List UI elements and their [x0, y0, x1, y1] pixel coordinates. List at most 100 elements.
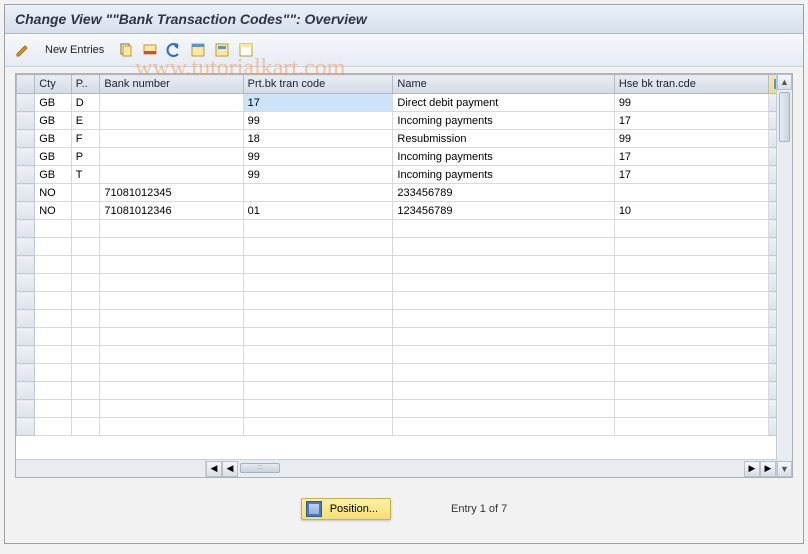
cell-name[interactable]: Incoming payments: [393, 148, 614, 166]
cell-hse[interactable]: 99: [614, 94, 768, 112]
row-selector-header[interactable]: [17, 75, 35, 94]
cell-hse[interactable]: [614, 364, 768, 382]
scroll-up-icon[interactable]: ▲: [777, 74, 792, 90]
cell-name[interactable]: [393, 292, 614, 310]
cell-name[interactable]: 123456789: [393, 202, 614, 220]
horizontal-scrollbar[interactable]: ◀ ◀ ::: ▶ ▶: [16, 459, 776, 477]
cell-name[interactable]: [393, 274, 614, 292]
cell-cty[interactable]: [35, 382, 71, 400]
scroll-down-icon[interactable]: ▼: [777, 461, 792, 477]
undo-icon[interactable]: [164, 40, 184, 60]
cell-hse[interactable]: [614, 382, 768, 400]
scroll-left-fast-icon[interactable]: ◀: [222, 461, 238, 477]
cell-hse[interactable]: [614, 310, 768, 328]
cell-prt[interactable]: 17: [243, 94, 393, 112]
cell-hse[interactable]: [614, 400, 768, 418]
row-selector[interactable]: [17, 364, 35, 382]
row-selector[interactable]: [17, 238, 35, 256]
cell-prt[interactable]: 01: [243, 202, 393, 220]
row-selector[interactable]: [17, 310, 35, 328]
cell-cty[interactable]: [35, 220, 71, 238]
cell-cty[interactable]: [35, 400, 71, 418]
cell-prt[interactable]: [243, 238, 393, 256]
row-selector[interactable]: [17, 400, 35, 418]
cell-prt[interactable]: [243, 274, 393, 292]
row-selector[interactable]: [17, 292, 35, 310]
cell-p[interactable]: [71, 400, 100, 418]
cell-cty[interactable]: [35, 346, 71, 364]
cell-hse[interactable]: [614, 328, 768, 346]
copy-icon[interactable]: [116, 40, 136, 60]
cell-bank[interactable]: [100, 328, 243, 346]
cell-prt[interactable]: [243, 400, 393, 418]
cell-name[interactable]: Direct debit payment: [393, 94, 614, 112]
cell-prt[interactable]: [243, 382, 393, 400]
cell-p[interactable]: [71, 310, 100, 328]
cell-p[interactable]: [71, 202, 100, 220]
cell-cty[interactable]: [35, 364, 71, 382]
cell-name[interactable]: [393, 418, 614, 436]
cell-name[interactable]: [393, 382, 614, 400]
cell-hse[interactable]: [614, 292, 768, 310]
row-selector[interactable]: [17, 202, 35, 220]
row-selector[interactable]: [17, 382, 35, 400]
edit-icon[interactable]: [13, 40, 33, 60]
cell-bank[interactable]: [100, 382, 243, 400]
cell-bank[interactable]: [100, 418, 243, 436]
col-header-cty[interactable]: Cty: [35, 75, 71, 94]
cell-p[interactable]: [71, 184, 100, 202]
cell-bank[interactable]: [100, 148, 243, 166]
cell-hse[interactable]: 17: [614, 166, 768, 184]
cell-p[interactable]: [71, 382, 100, 400]
cell-name[interactable]: [393, 328, 614, 346]
cell-bank[interactable]: [100, 364, 243, 382]
cell-hse[interactable]: [614, 346, 768, 364]
cell-bank[interactable]: [100, 274, 243, 292]
cell-bank[interactable]: [100, 256, 243, 274]
cell-p[interactable]: [71, 346, 100, 364]
col-header-hse[interactable]: Hse bk tran.cde: [614, 75, 768, 94]
cell-prt[interactable]: [243, 256, 393, 274]
cell-p[interactable]: [71, 418, 100, 436]
cell-prt[interactable]: [243, 328, 393, 346]
horizontal-scroll-thumb[interactable]: :::: [240, 463, 280, 473]
cell-cty[interactable]: [35, 238, 71, 256]
cell-name[interactable]: [393, 310, 614, 328]
cell-prt[interactable]: 99: [243, 148, 393, 166]
row-selector[interactable]: [17, 220, 35, 238]
cell-p[interactable]: [71, 292, 100, 310]
cell-p[interactable]: P: [71, 148, 100, 166]
new-entries-button[interactable]: New Entries: [37, 42, 112, 58]
cell-cty[interactable]: [35, 256, 71, 274]
cell-hse[interactable]: [614, 220, 768, 238]
cell-cty[interactable]: [35, 328, 71, 346]
cell-p[interactable]: [71, 256, 100, 274]
cell-bank[interactable]: [100, 238, 243, 256]
cell-bank[interactable]: [100, 166, 243, 184]
cell-cty[interactable]: [35, 310, 71, 328]
cell-p[interactable]: E: [71, 112, 100, 130]
row-selector[interactable]: [17, 274, 35, 292]
cell-hse[interactable]: [614, 274, 768, 292]
cell-p[interactable]: [71, 328, 100, 346]
row-selector[interactable]: [17, 130, 35, 148]
cell-p[interactable]: [71, 220, 100, 238]
cell-name[interactable]: Incoming payments: [393, 166, 614, 184]
cell-p[interactable]: [71, 364, 100, 382]
horizontal-scroll-track[interactable]: :::: [238, 461, 744, 477]
cell-prt[interactable]: 99: [243, 166, 393, 184]
cell-prt[interactable]: [243, 292, 393, 310]
col-header-p[interactable]: P..: [71, 75, 100, 94]
cell-prt[interactable]: [243, 418, 393, 436]
cell-hse[interactable]: 17: [614, 112, 768, 130]
select-all-icon[interactable]: [188, 40, 208, 60]
cell-name[interactable]: [393, 364, 614, 382]
row-selector[interactable]: [17, 112, 35, 130]
cell-bank[interactable]: [100, 94, 243, 112]
cell-name[interactable]: Incoming payments: [393, 112, 614, 130]
scroll-right-fast-icon[interactable]: ▶: [744, 461, 760, 477]
row-selector[interactable]: [17, 346, 35, 364]
cell-cty[interactable]: GB: [35, 130, 71, 148]
cell-cty[interactable]: GB: [35, 112, 71, 130]
deselect-all-icon[interactable]: [236, 40, 256, 60]
